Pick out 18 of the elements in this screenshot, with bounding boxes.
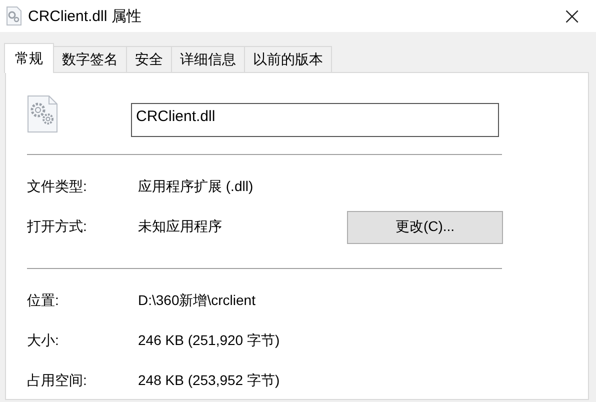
close-button[interactable]: × (550, 0, 594, 32)
property-label: 大小: (27, 332, 60, 350)
window-title: CRClient.dll 属性 (28, 6, 142, 26)
property-label: 打开方式: (27, 218, 88, 236)
property-value: 未知应用程序 (138, 218, 223, 236)
property-value: 248 KB (253,952 字节) (138, 372, 281, 390)
property-label: 文件类型: (27, 178, 88, 196)
change-button[interactable]: 更改(C)... (347, 210, 503, 244)
file-name-field[interactable]: CRClient.dll (131, 103, 499, 137)
property-label: 占用空间: (27, 372, 88, 390)
property-label: 位置: (27, 292, 60, 310)
tab[interactable]: 以前的版本 (244, 46, 332, 72)
tab[interactable]: 常规 (4, 43, 54, 73)
property-value: 应用程序扩展 (.dll) (138, 178, 254, 196)
gear-file-icon (27, 95, 59, 133)
property-value: D:\360新增\crclient (138, 292, 256, 310)
property-value: 246 KB (251,920 字节) (138, 332, 281, 350)
gear-file-icon (6, 6, 22, 26)
